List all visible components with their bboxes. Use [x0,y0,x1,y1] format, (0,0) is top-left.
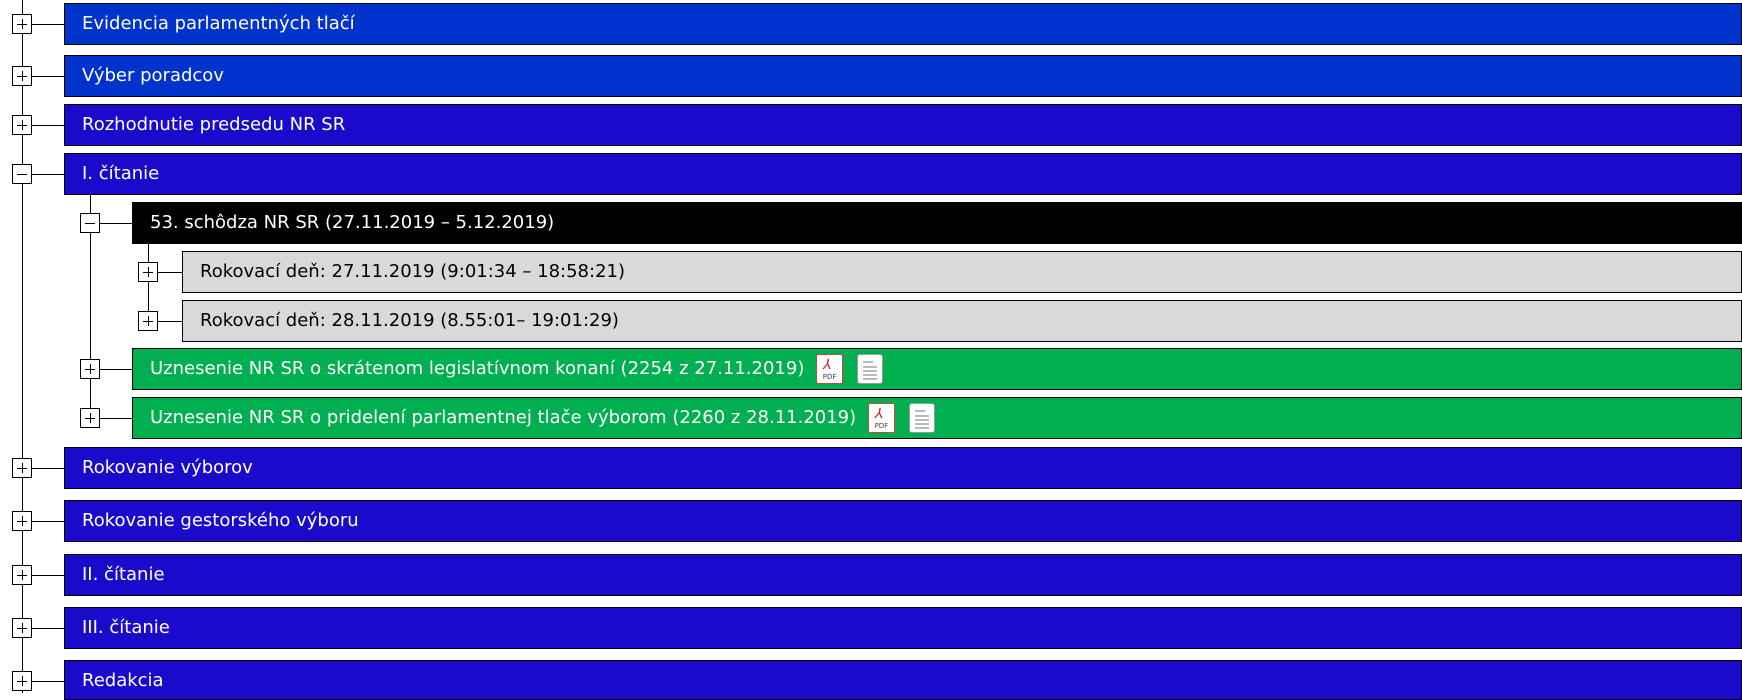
node-label: 53. schôdza NR SR (27.11.2019 – 5.12.201… [150,212,555,233]
tree-node-rozhodnutie[interactable]: Rozhodnutie predsedu NR SR [64,104,1742,146]
node-label: Výber poradcov [82,65,224,86]
tree-node-schodza[interactable]: 53. schôdza NR SR (27.11.2019 – 5.12.201… [132,202,1742,244]
collapse-toggle-icon[interactable] [12,164,32,184]
tree-node-vyber-poradcov[interactable]: Výber poradcov [64,55,1742,97]
node-label: II. čítanie [82,564,165,585]
tree-node-evidencia[interactable]: Evidencia parlamentných tlačí [64,3,1742,45]
document-file-icon[interactable] [908,403,935,433]
collapse-toggle-icon[interactable] [80,213,100,233]
tree-node-uznesenie-2260[interactable]: Uznesenie NR SR o pridelení parlamentnej… [132,397,1742,439]
tree-node-citanie-2[interactable]: II. čítanie [64,554,1742,596]
node-label: Rokovací deň: 27.11.2019 (9:01:34 – 18:5… [200,261,626,282]
pdf-icon-label: PDF [822,373,837,381]
node-label: Rokovací deň: 28.11.2019 (8.55:01– 19:01… [200,310,619,331]
expand-toggle-icon[interactable] [12,14,32,34]
pdf-file-icon[interactable]: ⅄ PDF [816,354,844,384]
expand-toggle-icon[interactable] [12,671,32,691]
expand-toggle-icon[interactable] [12,458,32,478]
tree-node-redakcia[interactable]: Redakcia [64,660,1742,700]
node-label: III. čítanie [82,617,170,638]
node-label: Rokovanie výborov [82,457,253,478]
tree-node-uznesenie-2254[interactable]: Uznesenie NR SR o skrátenom legislatívno… [132,348,1742,390]
expand-toggle-icon[interactable] [12,66,32,86]
pdf-file-icon[interactable]: ⅄ PDF [867,403,895,433]
expand-toggle-icon[interactable] [80,359,100,379]
expand-toggle-icon[interactable] [138,311,158,331]
node-label: I. čítanie [82,163,160,184]
node-label: Evidencia parlamentných tlačí [82,13,355,34]
expand-toggle-icon[interactable] [12,115,32,135]
tree-node-citanie-3[interactable]: III. čítanie [64,607,1742,649]
tree-node-citanie-1[interactable]: I. čítanie [64,153,1742,195]
tree-node-rokovaci-den-2[interactable]: Rokovací deň: 28.11.2019 (8.55:01– 19:01… [182,300,1742,342]
node-label: Uznesenie NR SR o pridelení parlamentnej… [150,407,857,428]
node-label: Redakcia [82,670,164,691]
tree-line-root [22,0,23,693]
tree-node-rokovaci-den-1[interactable]: Rokovací deň: 27.11.2019 (9:01:34 – 18:5… [182,251,1742,293]
pdf-icon-label: PDF [874,422,889,430]
tree-node-rokovanie-gestorskeho[interactable]: Rokovanie gestorského výboru [64,500,1742,542]
document-file-icon[interactable] [856,354,883,384]
expand-toggle-icon[interactable] [12,618,32,638]
node-label: Uznesenie NR SR o skrátenom legislatívno… [150,358,805,379]
expand-toggle-icon[interactable] [12,511,32,531]
node-label: Rokovanie gestorského výboru [82,510,359,531]
tree-node-rokovanie-vyborov[interactable]: Rokovanie výborov [64,447,1742,489]
expand-toggle-icon[interactable] [80,408,100,428]
expand-toggle-icon[interactable] [138,262,158,282]
expand-toggle-icon[interactable] [12,565,32,585]
node-label: Rozhodnutie predsedu NR SR [82,114,346,135]
